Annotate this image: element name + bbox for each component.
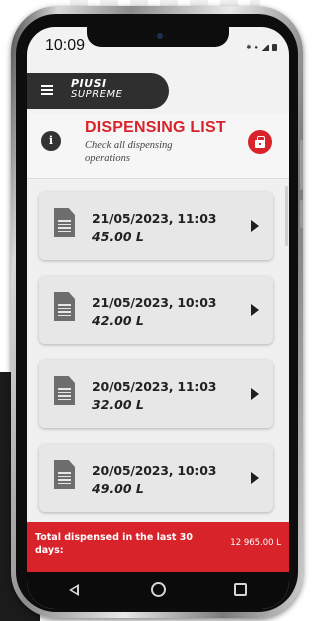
- recents-icon[interactable]: [234, 583, 247, 596]
- total-footer: Total dispensed in the last 30 days: 12 …: [27, 522, 289, 572]
- status-icons: ✱ ●: [246, 44, 277, 51]
- dispensing-item[interactable]: 20/05/2023, 10:03 49.00 L: [39, 444, 273, 512]
- navigation-bar: [27, 572, 289, 609]
- document-icon: [54, 376, 75, 405]
- info-icon[interactable]: i: [41, 131, 61, 151]
- dispensing-item[interactable]: 20/05/2023, 11:03 32.00 L: [39, 360, 273, 428]
- notch: [87, 27, 229, 47]
- dispensing-date: 20/05/2023, 10:03: [92, 463, 217, 478]
- dispensing-volume: 42.00 L: [92, 313, 144, 328]
- phone-side-button: [300, 200, 303, 228]
- page-header: i DISPENSING LIST Check all dispensing o…: [27, 113, 289, 179]
- dispensing-date: 21/05/2023, 10:03: [92, 295, 217, 310]
- logo-line-1: PIUSI: [71, 77, 107, 90]
- bluetooth-icon: ✱: [246, 45, 252, 51]
- dispensing-item[interactable]: 21/05/2023, 11:03 45.00 L: [39, 192, 273, 260]
- document-icon: [54, 208, 75, 237]
- app-logo: PIUSI SUPREME: [71, 78, 122, 100]
- phone-screen: 10:09 ✱ ● PIUSI SUPREME i DISPENSING LIS…: [27, 27, 289, 609]
- total-label: Total dispensed in the last 30 days:: [35, 532, 193, 556]
- chevron-right-icon[interactable]: [251, 220, 259, 232]
- dispensing-date: 21/05/2023, 11:03: [92, 211, 217, 226]
- back-icon[interactable]: [69, 584, 79, 596]
- phone-side-button: [300, 140, 303, 190]
- total-value: 12 965.00 L: [230, 538, 281, 548]
- logo-line-2: SUPREME: [71, 89, 123, 100]
- dispensing-volume: 32.00 L: [92, 397, 144, 412]
- front-camera: [157, 33, 163, 39]
- hamburger-menu-icon[interactable]: [41, 85, 53, 95]
- chevron-right-icon[interactable]: [251, 472, 259, 484]
- dispensing-item[interactable]: 21/05/2023, 10:03 42.00 L: [39, 276, 273, 344]
- dispensing-volume: 45.00 L: [92, 229, 144, 244]
- battery-icon: [272, 44, 277, 51]
- briefcase-icon: [255, 135, 265, 148]
- header-bar: PIUSI SUPREME: [27, 73, 169, 109]
- dispensing-date: 20/05/2023, 11:03: [92, 379, 217, 394]
- chevron-right-icon[interactable]: [251, 304, 259, 316]
- app-header: PIUSI SUPREME: [27, 73, 289, 109]
- export-button[interactable]: [248, 130, 272, 154]
- scrollbar[interactable]: [285, 186, 288, 246]
- signal-icon: [261, 44, 269, 51]
- wifi-icon: ●: [254, 44, 258, 51]
- chevron-right-icon[interactable]: [251, 388, 259, 400]
- page-subtitle: Check all dispensing operations: [85, 140, 173, 164]
- document-icon: [54, 460, 75, 489]
- home-icon[interactable]: [151, 582, 166, 597]
- page-title: DISPENSING LIST: [85, 119, 226, 136]
- status-time: 10:09: [45, 37, 86, 54]
- dispensing-volume: 49.00 L: [92, 481, 144, 496]
- dispensing-list[interactable]: 21/05/2023, 11:03 45.00 L 21/05/2023, 10…: [27, 182, 289, 522]
- document-icon: [54, 292, 75, 321]
